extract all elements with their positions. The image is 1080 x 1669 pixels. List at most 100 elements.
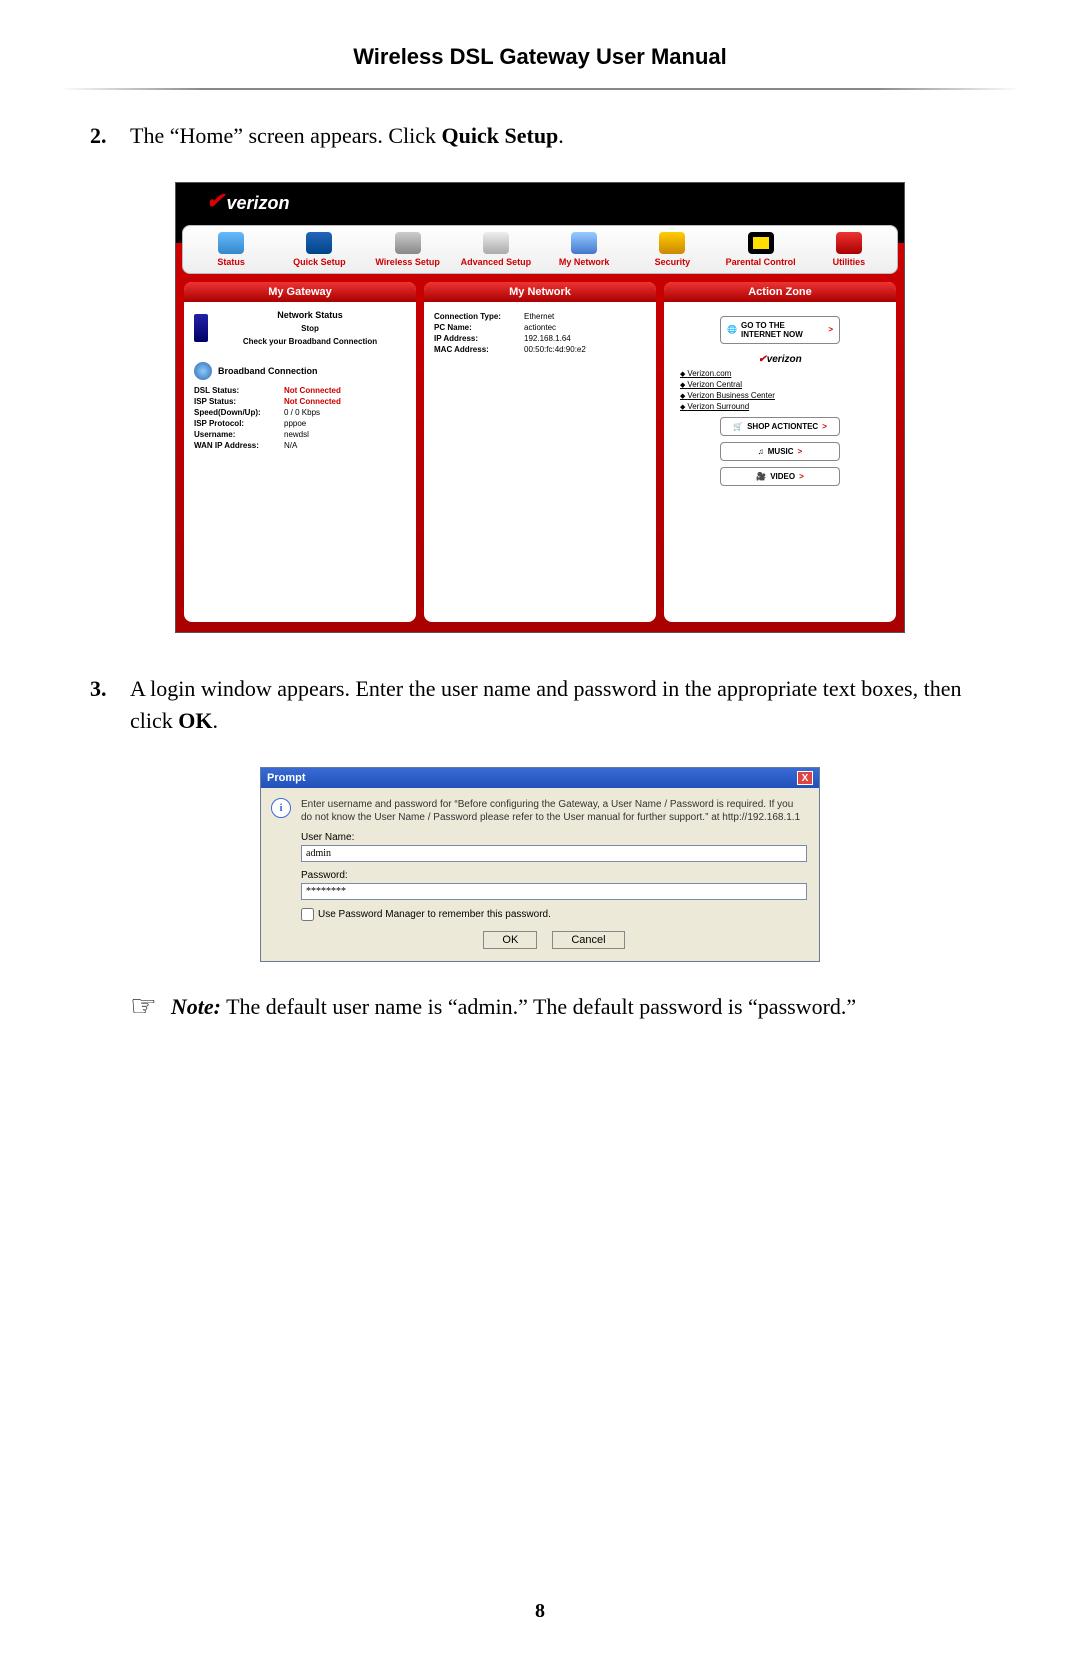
toolbar-security-label: Security xyxy=(655,257,691,267)
prompt-message: Enter username and password for “Before … xyxy=(301,798,807,824)
music-icon: ♫ xyxy=(758,447,764,456)
toolbar-advanced-setup[interactable]: Advanced Setup xyxy=(452,232,540,267)
step-2: 2. The “Home” screen appears. Click Quic… xyxy=(90,120,990,152)
check-broadband-link[interactable]: Check your Broadband Connection xyxy=(214,337,406,346)
verizon-small-logo: ✔verizon xyxy=(674,354,886,365)
info-icon: i xyxy=(271,798,291,818)
step-3-text-c: . xyxy=(213,708,219,733)
music-button[interactable]: ♫ MUSIC > xyxy=(720,442,840,461)
username-label: User Name: xyxy=(301,832,807,843)
globe-icon xyxy=(194,362,212,380)
panel-my-gateway: My Gateway Network Status Stop Check you… xyxy=(184,282,416,622)
network-status-stop[interactable]: Stop xyxy=(214,324,406,333)
shop-actiontec-button[interactable]: 🛒 SHOP ACTIONTEC > xyxy=(720,417,840,436)
chevron-right-icon: > xyxy=(799,472,804,481)
toolbar-wireless-setup[interactable]: Wireless Setup xyxy=(364,232,452,267)
kv-value: N/A xyxy=(284,441,297,450)
go-to-internet-button[interactable]: 🌐 GO TO THE INTERNET NOW > xyxy=(720,316,840,344)
kv-key: WAN IP Address: xyxy=(194,441,284,450)
network-kv-row: MAC Address:00:50:fc:4d:90:e2 xyxy=(434,345,646,354)
music-label: MUSIC xyxy=(768,447,794,456)
broadband-connection-label: Broadband Connection xyxy=(218,366,318,376)
kv-key: Username: xyxy=(194,430,284,439)
kv-key: Connection Type: xyxy=(434,312,524,321)
cancel-button[interactable]: Cancel xyxy=(552,931,624,949)
toolbar-my-network[interactable]: My Network xyxy=(540,232,628,267)
video-button[interactable]: 🎥 VIDEO > xyxy=(720,467,840,486)
step-2-text: The “Home” screen appears. Click Quick S… xyxy=(130,120,990,152)
toolbar-parental-label: Parental Control xyxy=(726,257,796,267)
toolbar-quick-label: Quick Setup xyxy=(293,257,346,267)
advanced-icon xyxy=(483,232,509,254)
gateway-device-icon xyxy=(194,314,208,342)
toolbar-wireless-label: Wireless Setup xyxy=(375,257,439,267)
password-input[interactable] xyxy=(301,883,807,900)
kv-value: 192.168.1.64 xyxy=(524,334,571,343)
wireless-icon xyxy=(395,232,421,254)
prompt-titlebar: Prompt X xyxy=(261,768,819,788)
kv-key: ISP Protocol: xyxy=(194,419,284,428)
step-2-quick-setup: Quick Setup xyxy=(442,123,559,148)
page-title: Wireless DSL Gateway User Manual xyxy=(0,0,1080,88)
step-3-ok: OK xyxy=(178,708,212,733)
cart-icon: 🛒 xyxy=(733,422,743,431)
remember-password-label: Use Password Manager to remember this pa… xyxy=(318,909,551,920)
quick-setup-icon xyxy=(306,232,332,254)
parental-icon xyxy=(748,232,774,254)
verizon-link[interactable]: Verizon Business Center xyxy=(680,391,886,400)
panel-action-zone: Action Zone 🌐 GO TO THE INTERNET NOW > ✔… xyxy=(664,282,896,622)
globe-small-icon: 🌐 xyxy=(727,325,737,334)
step-2-text-a: The “Home” screen appears. Click xyxy=(130,123,442,148)
step-3-text: A login window appears. Enter the user n… xyxy=(130,673,990,737)
verizon-link[interactable]: Verizon Surround xyxy=(680,402,886,411)
panel-action-zone-head: Action Zone xyxy=(664,282,896,302)
router-toolbar: Status Quick Setup Wireless Setup Advanc… xyxy=(182,225,898,274)
kv-key: DSL Status: xyxy=(194,386,284,395)
network-kv-row: Connection Type:Ethernet xyxy=(434,312,646,321)
toolbar-parental-control[interactable]: Parental Control xyxy=(717,232,805,267)
toolbar-quick-setup[interactable]: Quick Setup xyxy=(275,232,363,267)
step-3: 3. A login window appears. Enter the use… xyxy=(90,673,990,737)
gateway-kv-row: Speed(Down/Up):0 / 0 Kbps xyxy=(194,408,406,417)
step-2-number: 2. xyxy=(90,120,130,152)
ok-button[interactable]: OK xyxy=(483,931,537,949)
utilities-icon xyxy=(836,232,862,254)
kv-value: Ethernet xyxy=(524,312,554,321)
gateway-kv-row: DSL Status:Not Connected xyxy=(194,386,406,395)
network-kv-row: PC Name:actiontec xyxy=(434,323,646,332)
note-body: The default user name is “admin.” The de… xyxy=(221,994,856,1019)
pointing-hand-icon: ☞ xyxy=(130,992,157,1023)
kv-value: 0 / 0 Kbps xyxy=(284,408,320,417)
toolbar-status[interactable]: Status xyxy=(187,232,275,267)
remember-password-checkbox[interactable] xyxy=(301,908,314,921)
chevron-right-icon: > xyxy=(828,325,833,334)
toolbar-utilities[interactable]: Utilities xyxy=(805,232,893,267)
password-label: Password: xyxy=(301,870,807,881)
chevron-right-icon: > xyxy=(798,447,803,456)
prompt-title-text: Prompt xyxy=(267,772,306,784)
toolbar-security[interactable]: Security xyxy=(628,232,716,267)
username-input[interactable] xyxy=(301,845,807,862)
kv-value: pppoe xyxy=(284,419,306,428)
verizon-logo-text: verizon xyxy=(226,193,289,214)
kv-key: PC Name: xyxy=(434,323,524,332)
verizon-check-icon: ✔ xyxy=(206,188,224,214)
remember-password-row[interactable]: Use Password Manager to remember this pa… xyxy=(301,908,807,921)
page-number: 8 xyxy=(0,1600,1080,1623)
verizon-links-list: Verizon.com Verizon Central Verizon Busine… xyxy=(674,369,886,411)
status-icon xyxy=(218,232,244,254)
kv-key: IP Address: xyxy=(434,334,524,343)
gateway-kv-row: WAN IP Address:N/A xyxy=(194,441,406,450)
verizon-link[interactable]: Verizon.com xyxy=(680,369,886,378)
kv-value: newdsl xyxy=(284,430,309,439)
close-icon[interactable]: X xyxy=(797,771,813,785)
gateway-kv-row: ISP Protocol:pppoe xyxy=(194,419,406,428)
panel-my-network-head: My Network xyxy=(424,282,656,302)
verizon-link[interactable]: Verizon Central xyxy=(680,380,886,389)
note-row: ☞ Note: The default user name is “admin.… xyxy=(130,992,990,1023)
title-rule xyxy=(60,88,1020,90)
step-3-number: 3. xyxy=(90,673,130,737)
kv-value: actiontec xyxy=(524,323,556,332)
shop-label: SHOP ACTIONTEC xyxy=(747,422,818,431)
note-text: Note: The default user name is “admin.” … xyxy=(171,992,856,1023)
